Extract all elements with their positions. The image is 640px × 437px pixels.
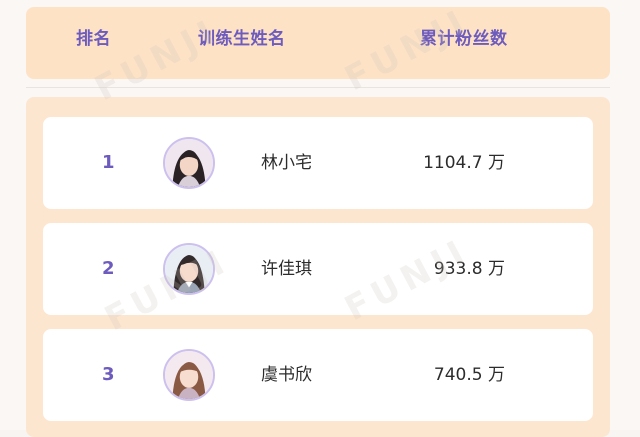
avatar-portrait-icon <box>165 351 213 399</box>
trainee-name: 林小宅 <box>261 153 312 173</box>
ranking-list: 1 林小宅 1104.7 万 2 许佳琪 933.8 万 3 虞书欣 740.5… <box>26 97 610 437</box>
ranking-page: 排名 训练生姓名 累计粉丝数 1 林小宅 1104.7 万 2 许佳琪 933.… <box>0 0 640 437</box>
ranking-row[interactable]: 1 林小宅 1104.7 万 <box>43 117 593 209</box>
fan-count: 740.5 万 <box>433 365 505 385</box>
rank-number: 3 <box>102 364 115 385</box>
avatar-portrait-icon <box>165 245 213 293</box>
rank-number: 2 <box>102 258 115 279</box>
trainee-avatar <box>163 243 215 295</box>
fans-column-header: 累计粉丝数 <box>420 29 508 49</box>
header-divider <box>26 87 610 88</box>
trainee-name: 虞书欣 <box>261 365 312 385</box>
trainee-avatar <box>163 349 215 401</box>
trainee-avatar <box>163 137 215 189</box>
rank-number: 1 <box>102 152 115 173</box>
fan-count: 1104.7 万 <box>423 153 505 173</box>
table-header: 排名 训练生姓名 累计粉丝数 <box>26 7 610 79</box>
fan-count: 933.8 万 <box>433 259 505 279</box>
avatar-portrait-icon <box>165 139 213 187</box>
rank-column-header: 排名 <box>76 29 111 49</box>
trainee-name: 许佳琪 <box>261 259 312 279</box>
ranking-row[interactable]: 3 虞书欣 740.5 万 <box>43 329 593 421</box>
trainee-name-column-header: 训练生姓名 <box>198 29 286 49</box>
ranking-row[interactable]: 2 许佳琪 933.8 万 <box>43 223 593 315</box>
